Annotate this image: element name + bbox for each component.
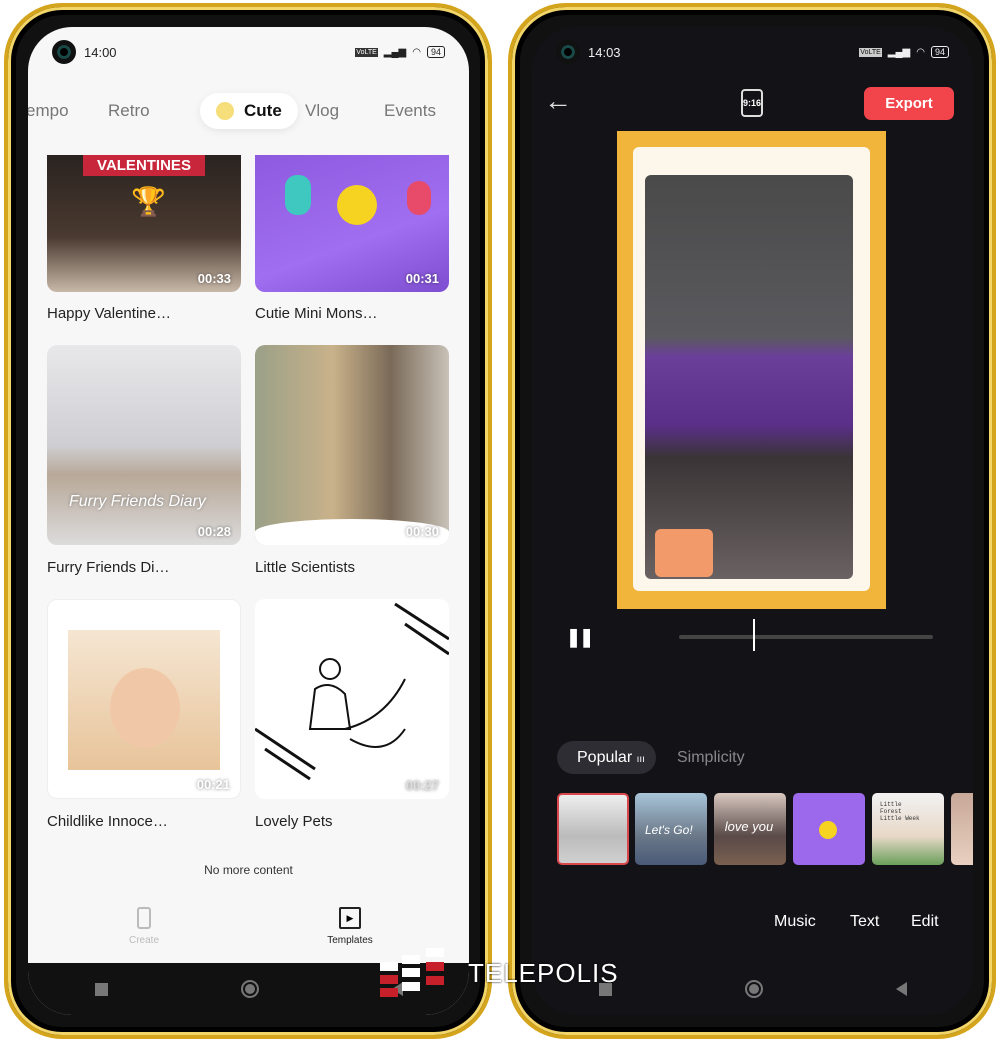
aspect-ratio-button[interactable]: 9:16	[741, 89, 763, 117]
template-card[interactable]: Furry Friends Diary 00:28	[47, 345, 241, 545]
recents-button[interactable]	[94, 982, 108, 996]
template-card[interactable]: VALENTINES 🏆 00:33	[47, 155, 241, 292]
tab-label: Cute	[244, 101, 282, 120]
template-card[interactable]: 00:31	[255, 155, 449, 292]
video-preview[interactable]	[617, 131, 886, 609]
style-thumbnail[interactable]	[793, 793, 865, 865]
telepolis-logo	[380, 948, 450, 1002]
wifi-icon: ◠	[412, 46, 421, 58]
duration: 00:30	[405, 524, 439, 539]
home-button[interactable]	[744, 980, 763, 998]
battery-icon: 94	[426, 46, 445, 58]
cat-icon	[216, 102, 234, 120]
template-title: Cutie Mini Mons…	[255, 305, 378, 322]
clock: 14:03	[588, 44, 621, 60]
tab-vlog[interactable]: Vlog	[305, 93, 339, 129]
equalizer-icon: ııı	[636, 754, 645, 765]
wifi-icon: ◠	[916, 46, 925, 58]
duration: 00:28	[197, 524, 231, 539]
category-tabs: empo Retro Cute Vlog Events	[28, 93, 469, 129]
overlay-text: Furry Friends Diary	[69, 493, 206, 510]
template-title: Childlike Innoce…	[47, 813, 168, 830]
pause-icon[interactable]: ❚❚	[566, 627, 594, 648]
trophy-icon: 🏆	[131, 186, 166, 217]
tab-tempo[interactable]: empo	[28, 93, 69, 129]
style-thumbnail[interactable]	[951, 793, 973, 865]
battery-icon: 94	[930, 46, 949, 58]
monster-icon	[407, 181, 431, 215]
volte-icon: VoLTE	[355, 47, 378, 57]
tab-cute[interactable]: Cute	[200, 93, 298, 129]
duration: 00:31	[405, 271, 439, 286]
right-phone: 14:03 VoLTE ▂▄▆ ◠ 94 ← 9:16 Export ❚❚ Popul…	[508, 3, 996, 1039]
duration: 00:21	[196, 777, 230, 792]
templates-screen: 14:00 VoLTE ▂▄▆ ◠ 94 empo Retro Cute Vlog E…	[28, 27, 469, 1015]
tab-events[interactable]: Events	[384, 93, 436, 129]
line-art	[255, 602, 449, 781]
back-button[interactable]	[895, 982, 907, 996]
style-thumbnail-selected[interactable]	[557, 793, 629, 865]
camera-icon	[52, 40, 76, 64]
clock: 14:00	[84, 44, 117, 60]
playhead[interactable]	[752, 619, 755, 651]
templates-icon: ▶	[339, 907, 361, 929]
watermark-text: TELEPOLIS	[468, 958, 619, 988]
nav-label: Create	[128, 935, 159, 946]
style-thumbnail[interactable]: love you	[714, 793, 786, 865]
nav-label: Templates	[327, 935, 373, 946]
template-title: Lovely Pets	[255, 813, 333, 830]
create-icon	[137, 907, 151, 929]
back-arrow-icon[interactable]: ←	[544, 85, 572, 117]
nav-templates[interactable]: ▶ Templates	[310, 907, 390, 946]
tab-simplicity[interactable]: Simplicity	[677, 749, 745, 767]
editor-screen: 14:03 VoLTE ▂▄▆ ◠ 94 ← 9:16 Export ❚❚ Popul…	[532, 27, 973, 1015]
template-title: Little Scientists	[255, 559, 356, 576]
template-title: Furry Friends Di…	[47, 559, 170, 576]
tab-label: Popular	[577, 749, 633, 766]
music-button[interactable]: Music	[774, 913, 816, 931]
thumb-text: Little Forest Little Week	[880, 801, 920, 822]
end-of-list-text: No more content	[204, 863, 293, 877]
nav-create[interactable]: Create	[104, 907, 184, 946]
export-button[interactable]: Export	[864, 87, 954, 120]
edit-button[interactable]: Edit	[911, 913, 939, 931]
template-card[interactable]: 00:21	[47, 599, 241, 799]
duration: 00:33	[197, 271, 231, 286]
duration: 00:27	[405, 778, 439, 793]
signal-icon: ▂▄▆	[383, 46, 407, 58]
volte-icon: VoLTE	[859, 47, 882, 57]
doghouse-sticker	[655, 529, 713, 577]
child-photo	[110, 668, 180, 748]
home-button[interactable]	[240, 980, 259, 998]
timeline-slider[interactable]	[679, 635, 933, 639]
tab-popular[interactable]: Popular ııı	[557, 741, 656, 774]
text-button[interactable]: Text	[850, 913, 879, 931]
status-bar: 14:03 VoLTE ▂▄▆ ◠ 94	[556, 40, 949, 64]
style-thumbnail[interactable]: Let's Go!	[635, 793, 707, 865]
thumb-text: love you	[724, 819, 774, 834]
smiley-icon	[337, 185, 377, 225]
signal-icon: ▂▄▆	[887, 46, 911, 58]
camera-icon	[556, 40, 580, 64]
style-thumbnail[interactable]: Little Forest Little Week	[872, 793, 944, 865]
status-bar: 14:00 VoLTE ▂▄▆ ◠ 94	[52, 40, 445, 64]
template-card[interactable]: 00:30	[255, 345, 449, 545]
tab-retro[interactable]: Retro	[108, 93, 150, 129]
banner: VALENTINES	[83, 155, 205, 176]
template-card[interactable]: 00:27	[255, 599, 449, 799]
thumb-text: Let's Go!	[645, 823, 693, 837]
monster-icon	[285, 175, 311, 215]
template-title: Happy Valentine…	[47, 305, 171, 322]
left-phone: 14:00 VoLTE ▂▄▆ ◠ 94 empo Retro Cute Vlog E…	[4, 3, 492, 1039]
